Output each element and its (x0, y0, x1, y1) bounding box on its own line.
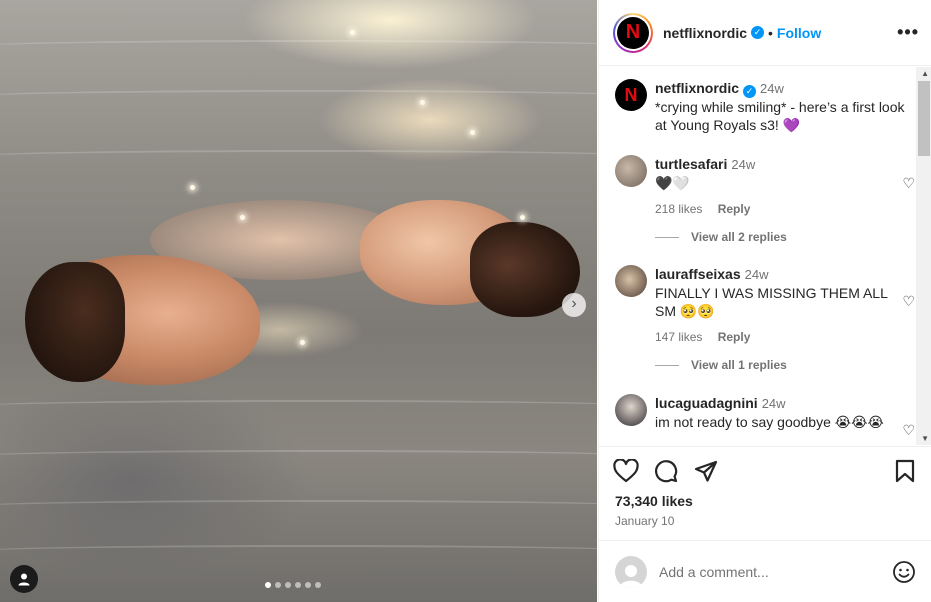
like-count[interactable]: 73,340 likes (615, 493, 693, 509)
comment-icon[interactable] (654, 459, 678, 483)
water-ripple (0, 500, 597, 514)
water-ripple (0, 90, 597, 104)
comment-text: FINALLY I WAS MISSING THEM ALL SM 🥺🥺 (655, 285, 888, 319)
comment-likes[interactable]: 147 likes (655, 330, 702, 344)
avatar (615, 555, 647, 588)
netflix-logo-icon: N (624, 84, 638, 105)
emoji-icon[interactable] (892, 560, 916, 584)
post-date[interactable]: January 10 (615, 514, 674, 528)
separator-dot: • (768, 24, 773, 41)
carousel-dot (315, 582, 321, 588)
comment-username[interactable]: turtlesafari (655, 156, 727, 172)
default-user-icon (619, 564, 643, 588)
bookmark-icon[interactable] (895, 459, 915, 483)
scroll-up-arrow-icon[interactable]: ▲ (921, 69, 929, 78)
carousel-dot (295, 582, 301, 588)
comment-text: im not ready to say goodbye 😭😭😭 (655, 414, 884, 430)
sun-glint (240, 215, 245, 220)
list-item: lucaguadagnini 24w im not ready to say go… (615, 394, 915, 438)
caption: N netflixnordic ✓ 24w *crying while smilin… (615, 79, 905, 134)
scrollbar-thumb[interactable] (918, 81, 930, 156)
avatar[interactable]: N (615, 79, 647, 111)
carousel-dot (265, 582, 271, 588)
comment-text: 🖤🤍 (655, 175, 690, 191)
avatar[interactable] (615, 394, 647, 426)
sun-glint (190, 185, 195, 190)
list-item: turtlesafari 24w 🖤🤍 ♡ 218 likes Reply Vie… (615, 155, 915, 244)
carousel-next-button[interactable]: › (562, 293, 586, 317)
view-replies-button[interactable]: View all 1 replies (655, 358, 905, 372)
sun-glint (350, 30, 355, 35)
comment-username[interactable]: lucaguadagnini (655, 395, 758, 411)
verified-badge-icon: ✓ (751, 26, 765, 39)
follow-button[interactable]: Follow (777, 25, 821, 41)
comment-input[interactable] (659, 563, 879, 580)
like-comment-heart-icon[interactable]: ♡ (902, 293, 915, 310)
action-bar (599, 446, 931, 496)
post-panel: N netflixnordic ✓ • Follow ••• N netflix… (598, 0, 931, 602)
caption-username[interactable]: netflixnordic (655, 80, 739, 96)
sun-glint (300, 340, 305, 345)
scroll-down-arrow-icon[interactable]: ▼ (921, 434, 929, 443)
netflix-logo-avatar: N (617, 16, 649, 49)
post-username[interactable]: netflixnordic (663, 25, 747, 41)
water-ripple (0, 40, 597, 54)
view-replies-button[interactable]: View all 2 replies (655, 230, 905, 244)
user-tag-icon (18, 573, 30, 586)
caption-text: *crying while smiling* - here’s a first … (655, 99, 905, 133)
sun-glint (520, 215, 525, 220)
water-ripple (0, 150, 597, 164)
post-media: › (0, 0, 597, 602)
verified-badge-icon: ✓ (743, 84, 757, 98)
avatar[interactable] (615, 265, 647, 297)
sun-glint (470, 130, 475, 135)
avatar[interactable] (615, 155, 647, 187)
water-ripple (0, 545, 597, 559)
caption-time[interactable]: 24w (760, 81, 784, 96)
water-ripple (0, 450, 597, 464)
more-options-icon[interactable]: ••• (897, 22, 919, 43)
user-tag-button[interactable] (10, 565, 38, 593)
share-icon[interactable] (694, 459, 718, 483)
reply-button[interactable]: Reply (718, 202, 751, 216)
comment-time[interactable]: 24w (745, 267, 769, 282)
carousel-dots (265, 582, 321, 588)
like-comment-heart-icon[interactable]: ♡ (902, 422, 915, 439)
comments-scrollbar[interactable]: ▲ ▼ (916, 67, 931, 445)
story-ring[interactable]: N (613, 12, 653, 53)
water-ripple (0, 400, 597, 414)
add-comment-bar (599, 540, 931, 602)
list-item: lauraffseixas 24w FINALLY I WAS MISSING T… (615, 265, 915, 372)
carousel-dot (285, 582, 291, 588)
comment-time[interactable]: 24w (762, 396, 786, 411)
comment-likes[interactable]: 218 likes (655, 202, 702, 216)
comment-username[interactable]: lauraffseixas (655, 266, 741, 282)
comment-time[interactable]: 24w (731, 157, 755, 172)
person-left-hair (25, 262, 125, 382)
heart-icon[interactable] (613, 459, 639, 483)
comments-list[interactable]: N netflixnordic ✓ 24w *crying while smilin… (599, 67, 931, 445)
like-comment-heart-icon[interactable]: ♡ (902, 175, 915, 192)
reply-button[interactable]: Reply (718, 330, 751, 344)
post-header: N netflixnordic ✓ • Follow ••• (599, 0, 931, 66)
carousel-dot (275, 582, 281, 588)
sun-glint (420, 100, 425, 105)
carousel-dot (305, 582, 311, 588)
